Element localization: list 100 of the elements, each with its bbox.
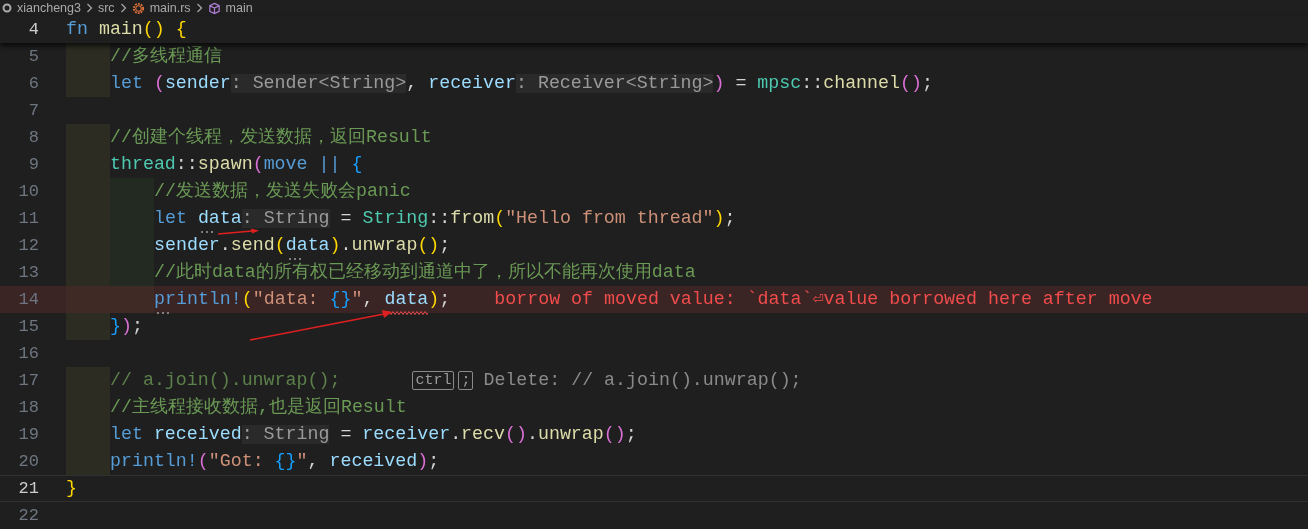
punctuation: ;	[428, 452, 440, 471]
cube-icon	[207, 1, 221, 15]
keyword: let	[110, 74, 143, 93]
bracket: (	[152, 74, 165, 93]
function-name: from	[450, 209, 495, 228]
circle-icon	[2, 3, 12, 13]
code-comment: // a.join().unwrap();	[110, 371, 341, 390]
punctuation: .	[526, 425, 538, 444]
line-number: 14	[18, 289, 39, 309]
key-cap: ;	[458, 371, 474, 390]
variable: data	[285, 236, 330, 255]
annotation-arrow	[217, 228, 259, 235]
line-number: 9	[28, 154, 39, 174]
bracket: ()	[603, 425, 626, 444]
punctuation: =	[339, 209, 353, 228]
line-number: 17	[18, 370, 39, 390]
line-number: 10	[18, 181, 39, 201]
code-comment: //创建个线程，发送数据，返回Result	[110, 128, 432, 147]
punctuation: ::	[801, 74, 824, 93]
variable: received	[152, 425, 242, 444]
variable: receiver	[427, 74, 516, 93]
variable: sender	[164, 74, 231, 93]
chevron-icon	[195, 3, 203, 13]
line-number: 21	[18, 478, 39, 498]
keyword: fn	[66, 20, 88, 39]
string-literal: "	[351, 290, 363, 309]
keyword: let	[110, 425, 143, 444]
function-name: unwrap	[537, 425, 604, 444]
inlay-hint: : String	[241, 425, 330, 444]
keyword: ||	[317, 155, 341, 174]
line-number: 16	[18, 343, 39, 363]
punctuation: .	[340, 236, 352, 255]
function-name: send	[230, 236, 275, 255]
punctuation: ::	[175, 155, 198, 174]
error-message: borrow of moved value: `data`⏎value borrowed here after move	[494, 287, 1153, 311]
bracket: (	[197, 452, 209, 471]
string-literal: "Hello from thread"	[505, 209, 714, 228]
function-name: channel	[823, 74, 900, 93]
variable: data	[186, 209, 242, 228]
line-number: 20	[18, 451, 39, 471]
bracket: (	[274, 236, 286, 255]
key-cap: ctrl	[412, 371, 455, 390]
punctuation: =	[339, 425, 353, 444]
bracket: {}	[274, 452, 297, 471]
punctuation: ;	[439, 290, 451, 309]
punctuation: .	[219, 236, 231, 255]
punctuation: ::	[428, 209, 451, 228]
line-number: 5	[28, 46, 39, 66]
punctuation: ;	[439, 236, 451, 255]
bracket: ()	[142, 20, 165, 39]
chevron-icon	[119, 3, 127, 13]
line-number: 13	[18, 262, 39, 282]
inlay-hint: : Sender<String>	[230, 74, 407, 93]
function-name: main	[97, 20, 143, 39]
bracket: }	[110, 317, 121, 336]
function-name: spawn	[197, 155, 253, 174]
breadcrumb-item[interactable]: src	[97, 1, 115, 15]
line-number: 19	[18, 424, 39, 444]
macro-name: println!	[154, 290, 242, 309]
indent-guide	[66, 259, 110, 286]
bracket: (	[241, 290, 253, 309]
gear-icon	[131, 1, 145, 15]
macro-name: println!	[110, 452, 198, 471]
bracket: {	[174, 20, 187, 39]
chevron-icon	[85, 3, 93, 13]
code-comment: //发送数据，发送失败会panic	[154, 182, 411, 201]
type-name: mpsc	[757, 74, 802, 93]
line-number: 7	[28, 100, 39, 120]
bracket: )	[329, 236, 341, 255]
ghost-text: Delete: // a.join().unwrap();	[483, 368, 802, 392]
bracket: }	[66, 479, 77, 498]
bracket: (	[252, 155, 264, 174]
bracket: )	[713, 209, 725, 228]
punctuation: .	[450, 425, 462, 444]
line-number: 15	[18, 316, 39, 336]
type-name: thread	[110, 155, 176, 174]
line-number: 11	[18, 208, 39, 228]
punctuation: =	[734, 74, 748, 93]
string-literal: "data:	[252, 290, 320, 309]
bracket: {	[350, 155, 363, 174]
breadcrumb-item[interactable]: main.rs	[149, 1, 191, 15]
bracket: (	[494, 209, 506, 228]
punctuation: ;	[131, 317, 143, 336]
bracket: {}	[329, 290, 352, 309]
string-literal: "Got:	[208, 452, 265, 471]
bracket: ()	[417, 236, 440, 255]
variable: receiver	[362, 425, 451, 444]
breadcrumb-item[interactable]: xiancheng3	[17, 1, 81, 15]
breadcrumb-item[interactable]: main	[225, 1, 253, 15]
bracket: )	[417, 452, 429, 471]
indent-guide	[110, 259, 154, 286]
keyword: let	[154, 209, 187, 228]
punctuation: ,	[362, 290, 374, 309]
type-name: String	[362, 209, 429, 228]
bracket: )	[121, 317, 132, 336]
inlay-hint: : String	[241, 209, 330, 228]
line-number: 8	[28, 127, 39, 147]
code-comment: //主线程接收数据,也是返回Result	[110, 398, 407, 417]
function-name: recv	[461, 425, 505, 444]
bracket: ()	[900, 74, 922, 93]
